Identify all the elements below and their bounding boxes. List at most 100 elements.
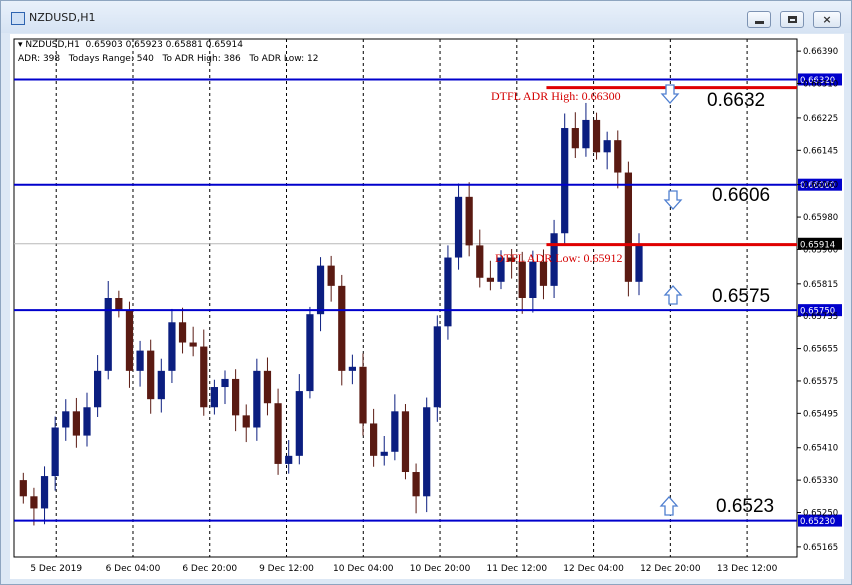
candle-body: [391, 411, 399, 452]
chart-window: NZDUSD,H1 × 5 Dec 2019 6 Dec 04:00 6 Dec 2…: [0, 0, 852, 585]
candle-body: [40, 476, 49, 509]
candle-body: [359, 366, 367, 424]
adr-low-label: DTFL ADR Low: 0.65912: [495, 251, 623, 265]
candle-body: [94, 370, 102, 408]
x-axis-tick-label: 10 Dec 20:00: [410, 564, 471, 574]
candle-body: [370, 423, 378, 456]
price-chart[interactable]: 5 Dec 2019 6 Dec 04:00 6 Dec 20:00 9 Dec 12…: [10, 34, 844, 579]
candle-body: [380, 451, 388, 456]
candle-body: [624, 172, 633, 282]
current-price-tag-text: 0.65914: [800, 240, 835, 250]
candle-body: [136, 350, 144, 371]
candle-body: [263, 370, 272, 404]
candle-body: [465, 196, 473, 246]
candle-body: [178, 322, 187, 343]
candle-body: [274, 403, 282, 464]
candle-body: [635, 245, 643, 282]
maximize-button[interactable]: [780, 11, 804, 28]
arrow-up-icon: [663, 285, 683, 305]
candle-body: [51, 427, 59, 477]
minimize-icon: [755, 21, 764, 24]
candle-body: [285, 455, 293, 464]
candle-body: [62, 411, 70, 428]
candle-body: [433, 326, 441, 408]
candle-body: [316, 265, 325, 315]
y-axis-tick-label: 0.65735: [803, 312, 838, 322]
candle-body: [147, 350, 155, 400]
y-axis-tick-label: 0.65575: [803, 377, 838, 387]
candle-body: [401, 411, 410, 473]
candle-body: [338, 285, 346, 371]
y-axis-tick-label: 0.65250: [803, 508, 838, 518]
candle-body: [115, 298, 123, 311]
candle-body: [582, 119, 590, 149]
maximize-icon: [788, 16, 797, 23]
y-axis-tick-label: 0.65980: [803, 213, 838, 223]
level-label-1: 0.6632: [707, 90, 766, 111]
y-axis-tick-label: 0.65815: [803, 280, 838, 290]
candle-body: [412, 472, 420, 497]
adr-high-label: DTFL ADR High: 0.66300: [491, 89, 621, 103]
candle-body: [295, 391, 303, 456]
candle-body: [476, 245, 484, 278]
x-axis-tick-label: 9 Dec 12:00: [259, 564, 314, 574]
y-axis-tick-label: 0.66390: [803, 47, 838, 57]
symbol-info-line: ▾ NZDUSD,H1 0.65903 0.65923 0.65881 0.65…: [18, 40, 243, 50]
candle-body: [232, 378, 240, 416]
candle-body: [189, 342, 197, 347]
candle-body: [423, 407, 431, 497]
candle-body: [253, 370, 261, 428]
y-axis-tick-label: 0.65165: [803, 543, 838, 553]
x-axis-tick-label: 13 Dec 12:00: [717, 564, 778, 574]
y-axis-tick-label: 0.65330: [803, 476, 838, 486]
candle-body: [327, 265, 335, 286]
candle-body: [592, 119, 601, 153]
window-title: NZDUSD,H1: [29, 11, 96, 24]
y-axis-tick-label: 0.66060: [803, 181, 838, 191]
candle-body: [454, 196, 463, 258]
candle-body: [444, 257, 452, 327]
candle-body: [306, 314, 314, 392]
x-axis-tick-label: 5 Dec 2019: [30, 564, 82, 574]
y-axis-tick-label: 0.66225: [803, 114, 838, 124]
x-axis-tick-label: 12 Dec 04:00: [563, 564, 624, 574]
candle-body: [242, 415, 250, 428]
chart-window-icon: [11, 12, 25, 25]
x-axis-tick-label: 10 Dec 04:00: [333, 564, 394, 574]
y-axis-tick-label: 0.65495: [803, 409, 838, 419]
close-icon: ×: [822, 13, 832, 26]
close-button[interactable]: ×: [813, 11, 841, 28]
candle-body: [200, 346, 208, 408]
y-axis-tick-label: 0.65655: [803, 345, 838, 355]
candle-body: [529, 261, 537, 298]
candle-body: [614, 140, 622, 173]
x-axis-tick-label: 6 Dec 20:00: [182, 564, 237, 574]
candle-body: [30, 496, 38, 509]
y-axis-tick-label: 0.66145: [803, 146, 838, 156]
candle-body: [348, 366, 356, 371]
candle-body: [571, 128, 579, 149]
candle-body: [486, 277, 494, 282]
candle-body: [603, 140, 611, 153]
minimize-button[interactable]: [747, 11, 771, 28]
x-axis-tick-label: 11 Dec 12:00: [487, 564, 548, 574]
candle-body: [19, 480, 27, 497]
candle-body: [210, 387, 218, 408]
candle-body: [104, 298, 112, 371]
level-label-3: 0.6575: [712, 286, 771, 307]
candle-body: [518, 261, 526, 298]
x-axis-tick-label: 12 Dec 20:00: [640, 564, 701, 574]
adr-info-line: ADR: 398 Todays Range: 540 To ADR High: …: [18, 54, 319, 64]
level-label-4: 0.6523: [716, 496, 775, 517]
arrow-up-icon: [659, 496, 679, 516]
arrow-down-icon: [663, 190, 683, 210]
candle-body: [72, 411, 80, 436]
y-axis-tick-label: 0.65410: [803, 444, 838, 454]
title-bar[interactable]: NZDUSD,H1 ×: [1, 1, 851, 33]
candle-body: [221, 378, 229, 388]
candle-body: [168, 322, 176, 371]
level-label-2: 0.6606: [712, 185, 771, 206]
candle-body: [561, 128, 569, 234]
y-axis-tick-label: 0.66310: [803, 80, 838, 90]
candle-body: [157, 370, 165, 400]
